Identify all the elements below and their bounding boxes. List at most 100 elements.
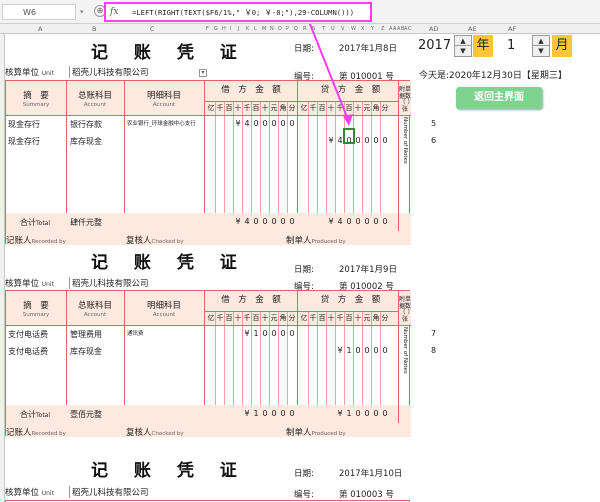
header-summary: 摘 要 Summary bbox=[6, 299, 66, 318]
digit-vline bbox=[224, 101, 225, 231]
digit-vline bbox=[371, 101, 372, 231]
company-name: 稻壳儿科技有限公司 bbox=[69, 277, 149, 289]
signature-label-en: Checked by bbox=[151, 239, 184, 245]
column-header[interactable]: Q bbox=[294, 26, 298, 32]
digit-vline bbox=[380, 101, 381, 231]
signature-recorder: 记账人Recorded by bbox=[6, 426, 66, 438]
spin-down-icon[interactable]: ▼ bbox=[455, 46, 471, 56]
column-header[interactable]: C bbox=[150, 25, 155, 33]
credit-digit[interactable]: 0 bbox=[380, 346, 390, 355]
column-header[interactable]: T bbox=[322, 26, 326, 32]
column-header[interactable]: F bbox=[206, 26, 209, 32]
chevron-down-icon[interactable]: ▾ bbox=[80, 8, 84, 16]
digit-vline bbox=[362, 101, 363, 231]
column-header[interactable]: V bbox=[341, 26, 345, 32]
row-summary[interactable]: 支付电话费 bbox=[8, 329, 48, 340]
digit-vline bbox=[326, 101, 327, 231]
back-to-main-button[interactable]: 返回主界面 bbox=[456, 87, 542, 109]
formula-input[interactable]: fx =LEFT(RIGHT(TEXT($F6/1%," ￥0; ￥-0;"),… bbox=[104, 2, 372, 22]
formula-text: =LEFT(RIGHT(TEXT($F6/1%," ￥0; ￥-0;"),29-… bbox=[132, 8, 355, 17]
year-value: 2017 bbox=[418, 38, 452, 53]
formula-bar: W6 ▾ ⊕ fx =LEFT(RIGHT(TEXT($F6/1%," ￥0; … bbox=[0, 0, 600, 24]
signature-row: 记账人Recorded by 复核人Checked by 制单人Produced b… bbox=[6, 231, 411, 246]
spin-up-icon[interactable]: ▲ bbox=[455, 36, 471, 46]
column-header[interactable]: B bbox=[92, 25, 96, 33]
header-summary-text: 摘 要 bbox=[23, 91, 49, 101]
debit-digit-label: 分 bbox=[288, 104, 296, 112]
digit-vline bbox=[215, 101, 216, 231]
debit-digit[interactable]: 0 bbox=[287, 329, 297, 338]
signature-checker: 复核人Checked by bbox=[126, 426, 184, 438]
column-header[interactable]: A bbox=[38, 25, 42, 33]
row-detail-account[interactable]: 农业银行_环球金融中心支行 bbox=[127, 119, 196, 127]
voucher-title: 记 账 凭 证 bbox=[91, 43, 247, 63]
column-header[interactable]: L bbox=[254, 26, 257, 32]
column-header[interactable]: K bbox=[246, 26, 250, 32]
spin-up-icon[interactable]: ▲ bbox=[533, 36, 549, 46]
signature-label: 记账人 bbox=[6, 236, 32, 246]
column-header[interactable]: O bbox=[278, 26, 282, 32]
total-label: 合计Total bbox=[20, 217, 50, 228]
voucher-grid: 摘 要 Summary 总账科目 Account 明细科目 Account 借 方 金 额贷… bbox=[5, 80, 436, 246]
total-debit-digit: 0 bbox=[289, 217, 295, 226]
column-header[interactable]: Y bbox=[371, 26, 375, 32]
column-header[interactable]: H bbox=[222, 26, 226, 32]
number-label: 编号: bbox=[294, 490, 314, 500]
column-header[interactable]: I bbox=[230, 26, 232, 32]
signature-row: 记账人Recorded by 复核人Checked by 制单人Produced b… bbox=[6, 423, 411, 438]
header-general-account: 总账科目 Account bbox=[66, 299, 124, 318]
credit-digit-label: 分 bbox=[381, 314, 389, 322]
grid-hline bbox=[204, 311, 398, 312]
row-summary[interactable]: 现金存行 bbox=[8, 136, 40, 147]
column-header[interactable]: J bbox=[238, 26, 240, 32]
total-amount-words: 肆仟元整 bbox=[70, 218, 102, 227]
total-label-text: 合计 bbox=[20, 218, 36, 227]
row-general-account[interactable]: 银行存款 bbox=[70, 119, 102, 130]
signature-label: 制单人 bbox=[286, 428, 312, 438]
column-header[interactable]: AE bbox=[468, 25, 477, 33]
column-header[interactable]: S bbox=[312, 26, 316, 32]
column-header[interactable]: AC bbox=[404, 26, 412, 32]
header-summary: 摘 要 Summary bbox=[6, 89, 66, 108]
header-summary-en: Summary bbox=[22, 102, 50, 108]
column-header[interactable]: Z bbox=[381, 26, 385, 32]
attachment-note-en: Number of Notes bbox=[402, 327, 409, 375]
selected-cell[interactable] bbox=[343, 128, 355, 144]
credit-digit[interactable]: 0 bbox=[380, 136, 390, 145]
unit-label: 核算单位 Unit bbox=[5, 68, 54, 78]
total-credit-digit: 0 bbox=[382, 217, 388, 226]
column-header[interactable]: R bbox=[303, 26, 307, 32]
debit-digit[interactable]: 0 bbox=[287, 119, 297, 128]
total-label-text: 合计 bbox=[20, 410, 36, 419]
column-header[interactable]: W bbox=[351, 26, 356, 32]
spin-down-icon[interactable]: ▼ bbox=[533, 46, 549, 56]
row-general-account[interactable]: 库存现金 bbox=[70, 136, 102, 147]
month-spinner[interactable]: ▲ ▼ bbox=[532, 35, 550, 57]
column-header[interactable]: M bbox=[262, 26, 267, 32]
chevron-down-icon[interactable]: ▾ bbox=[199, 69, 207, 77]
column-header[interactable]: AD bbox=[429, 25, 438, 33]
row-general-account[interactable]: 库存现金 bbox=[70, 346, 102, 357]
debit-digit-label: 分 bbox=[288, 314, 296, 322]
unit-label: 核算单位 Unit bbox=[5, 279, 54, 289]
digit-vline bbox=[344, 101, 345, 231]
total-credit-digit: 0 bbox=[382, 409, 388, 418]
column-header[interactable]: AF bbox=[508, 25, 516, 33]
voucher-date: 2017年1月10日 bbox=[339, 469, 403, 479]
column-header[interactable]: U bbox=[331, 26, 335, 32]
row-general-account[interactable]: 管理费用 bbox=[70, 329, 102, 340]
column-header[interactable]: X bbox=[361, 26, 365, 32]
row-detail-account[interactable]: 通讯费 bbox=[127, 329, 144, 337]
name-box[interactable]: W6 bbox=[2, 4, 76, 20]
column-header[interactable]: P bbox=[286, 26, 290, 32]
row-summary[interactable]: 现金存行 bbox=[8, 119, 40, 130]
column-header[interactable]: G bbox=[214, 26, 218, 32]
unit-label: 核算单位 Unit bbox=[5, 488, 54, 498]
column-header[interactable]: N bbox=[270, 26, 274, 32]
column-header[interactable]: AA bbox=[389, 26, 397, 32]
signature-label-en: Produced by bbox=[311, 431, 346, 437]
year-spinner[interactable]: ▲ ▼ bbox=[454, 35, 472, 57]
right-panel: 2017 ▲ ▼ 年 1 ▲ ▼ 月 今天是:2020年12月30日【星期三】 … bbox=[412, 34, 600, 502]
row-summary[interactable]: 支付电话费 bbox=[8, 346, 48, 357]
signature-label-en: Checked by bbox=[151, 431, 184, 437]
